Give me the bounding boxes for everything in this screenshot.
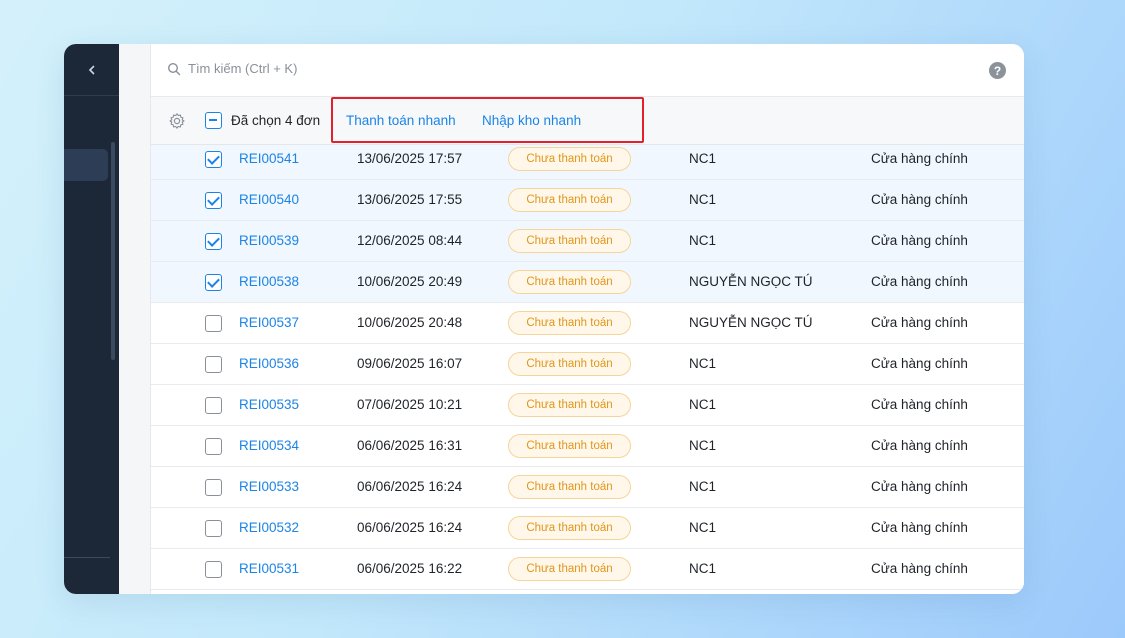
store-name: Cửa hàng chính — [871, 520, 968, 535]
table-row[interactable]: REI00536 09/06/2025 16:07 Chưa thanh toán N… — [151, 344, 1024, 385]
payment-status-badge: Chưa thanh toán — [508, 557, 631, 581]
payment-status-badge: Chưa thanh toán — [508, 188, 631, 212]
search-input[interactable]: Tìm kiếm (Ctrl + K) — [188, 61, 297, 76]
store-name: Cửa hàng chính — [871, 315, 968, 330]
order-code-link[interactable]: REI00540 — [239, 192, 299, 207]
supplier-name: NC1 — [689, 479, 717, 494]
supplier-name: NC1 — [689, 520, 717, 535]
top-bar: Tìm kiếm (Ctrl + K) ? — [151, 44, 1024, 97]
payment-status-badge: Chưa thanh toán — [508, 393, 631, 417]
sidebar — [64, 44, 119, 594]
order-code-link[interactable]: REI00537 — [239, 315, 299, 330]
payment-status-badge: Chưa thanh toán — [508, 270, 631, 294]
gear-icon[interactable] — [168, 112, 186, 130]
store-name: Cửa hàng chính — [871, 151, 968, 166]
order-date: 09/06/2025 16:07 — [357, 356, 463, 371]
order-date: 06/06/2025 16:31 — [357, 438, 463, 453]
table-row[interactable]: REI00537 10/06/2025 20:48 Chưa thanh toán N… — [151, 303, 1024, 344]
supplier-name: NC1 — [689, 561, 717, 576]
row-checkbox[interactable] — [205, 233, 222, 250]
table-row[interactable]: REI00534 06/06/2025 16:31 Chưa thanh toán N… — [151, 426, 1024, 467]
supplier-name: NC1 — [689, 151, 717, 166]
help-icon[interactable]: ? — [989, 62, 1006, 79]
nav-gutter — [119, 44, 151, 594]
order-code-link[interactable]: REI00532 — [239, 520, 299, 535]
store-name: Cửa hàng chính — [871, 438, 968, 453]
supplier-name: NC1 — [689, 356, 717, 371]
sidebar-active-item[interactable] — [64, 149, 108, 181]
sidebar-collapse-button[interactable] — [64, 44, 119, 96]
order-code-link[interactable]: REI00541 — [239, 151, 299, 166]
payment-status-badge: Chưa thanh toán — [508, 516, 631, 540]
order-date: 06/06/2025 16:24 — [357, 520, 463, 535]
payment-status-badge: Chưa thanh toán — [508, 229, 631, 253]
supplier-name: NC1 — [689, 233, 717, 248]
table-row[interactable]: REI00538 10/06/2025 20:49 Chưa thanh toán N… — [151, 262, 1024, 303]
table-row[interactable]: REI00531 06/06/2025 16:22 Chưa thanh toán N… — [151, 549, 1024, 590]
row-checkbox[interactable] — [205, 151, 222, 168]
sidebar-divider — [64, 557, 110, 558]
table-row[interactable]: REI00539 12/06/2025 08:44 Chưa thanh toán N… — [151, 221, 1024, 262]
order-code-link[interactable]: REI00539 — [239, 233, 299, 248]
order-date: 07/06/2025 10:21 — [357, 397, 463, 412]
order-code-link[interactable]: REI00531 — [239, 561, 299, 576]
row-checkbox[interactable] — [205, 356, 222, 373]
store-name: Cửa hàng chính — [871, 479, 968, 494]
row-checkbox[interactable] — [205, 315, 222, 332]
row-checkbox[interactable] — [205, 520, 222, 537]
app-window: Tìm kiếm (Ctrl + K) ? REI0054216/06/2025… — [64, 44, 1024, 594]
search-icon — [167, 62, 181, 75]
select-all-checkbox[interactable] — [205, 112, 222, 129]
order-code-link[interactable]: REI00533 — [239, 479, 299, 494]
quick-import-button[interactable]: Nhập kho nhanh — [482, 113, 581, 128]
store-name: Cửa hàng chính — [871, 561, 968, 576]
payment-status-badge: Chưa thanh toán — [508, 475, 631, 499]
order-date: 12/06/2025 08:44 — [357, 233, 463, 248]
table-row[interactable]: REI00540 13/06/2025 17:55 Chưa thanh toán N… — [151, 180, 1024, 221]
store-name: Cửa hàng chính — [871, 233, 968, 248]
row-checkbox[interactable] — [205, 274, 222, 291]
order-date: 13/06/2025 17:57 — [357, 151, 463, 166]
sidebar-scrollbar[interactable] — [111, 142, 115, 360]
table-row[interactable]: REI00535 07/06/2025 10:21 Chưa thanh toán N… — [151, 385, 1024, 426]
order-date: 13/06/2025 17:55 — [357, 192, 463, 207]
chevron-left-icon — [88, 65, 94, 74]
row-checkbox[interactable] — [205, 438, 222, 455]
order-date: 10/06/2025 20:49 — [357, 274, 463, 289]
payment-status-badge: Chưa thanh toán — [508, 311, 631, 335]
payment-status-badge: Chưa thanh toán — [508, 352, 631, 376]
bulk-action-bar: Đã chọn 4 đơn Thanh toán nhanh Nhập kho … — [151, 97, 1024, 145]
store-name: Cửa hàng chính — [871, 397, 968, 412]
table-row[interactable]: REI00532 06/06/2025 16:24 Chưa thanh toán N… — [151, 508, 1024, 549]
table-row[interactable]: REI00533 06/06/2025 16:24 Chưa thanh toán N… — [151, 467, 1024, 508]
store-name: Cửa hàng chính — [871, 274, 968, 289]
supplier-name: NGUYỄN NGỌC TÚ — [689, 274, 813, 289]
supplier-name: NC1 — [689, 438, 717, 453]
order-date: 06/06/2025 16:24 — [357, 479, 463, 494]
supplier-name: NC1 — [689, 192, 717, 207]
row-checkbox[interactable] — [205, 479, 222, 496]
search-box[interactable]: Tìm kiếm (Ctrl + K) — [167, 61, 297, 76]
row-checkbox[interactable] — [205, 397, 222, 414]
store-name: Cửa hàng chính — [871, 192, 968, 207]
orders-table: REI0054216/06/2025 10:34Thanh toán một p… — [151, 97, 1024, 594]
supplier-name: NGUYỄN NGỌC TÚ — [689, 315, 813, 330]
order-code-link[interactable]: REI00535 — [239, 397, 299, 412]
order-code-link[interactable]: REI00538 — [239, 274, 299, 289]
supplier-name: NC1 — [689, 397, 717, 412]
order-code-link[interactable]: REI00536 — [239, 356, 299, 371]
order-date: 06/06/2025 16:22 — [357, 561, 463, 576]
payment-status-badge: Chưa thanh toán — [508, 434, 631, 458]
quick-payment-button[interactable]: Thanh toán nhanh — [346, 113, 456, 128]
row-checkbox[interactable] — [205, 561, 222, 578]
row-checkbox[interactable] — [205, 192, 222, 209]
table-row[interactable]: REI00541 13/06/2025 17:57 Chưa thanh toán N… — [151, 139, 1024, 180]
order-date: 10/06/2025 20:48 — [357, 315, 463, 330]
payment-status-badge: Chưa thanh toán — [508, 147, 631, 171]
selected-count-label: Đã chọn 4 đơn — [231, 113, 321, 128]
store-name: Cửa hàng chính — [871, 356, 968, 371]
order-code-link[interactable]: REI00534 — [239, 438, 299, 453]
